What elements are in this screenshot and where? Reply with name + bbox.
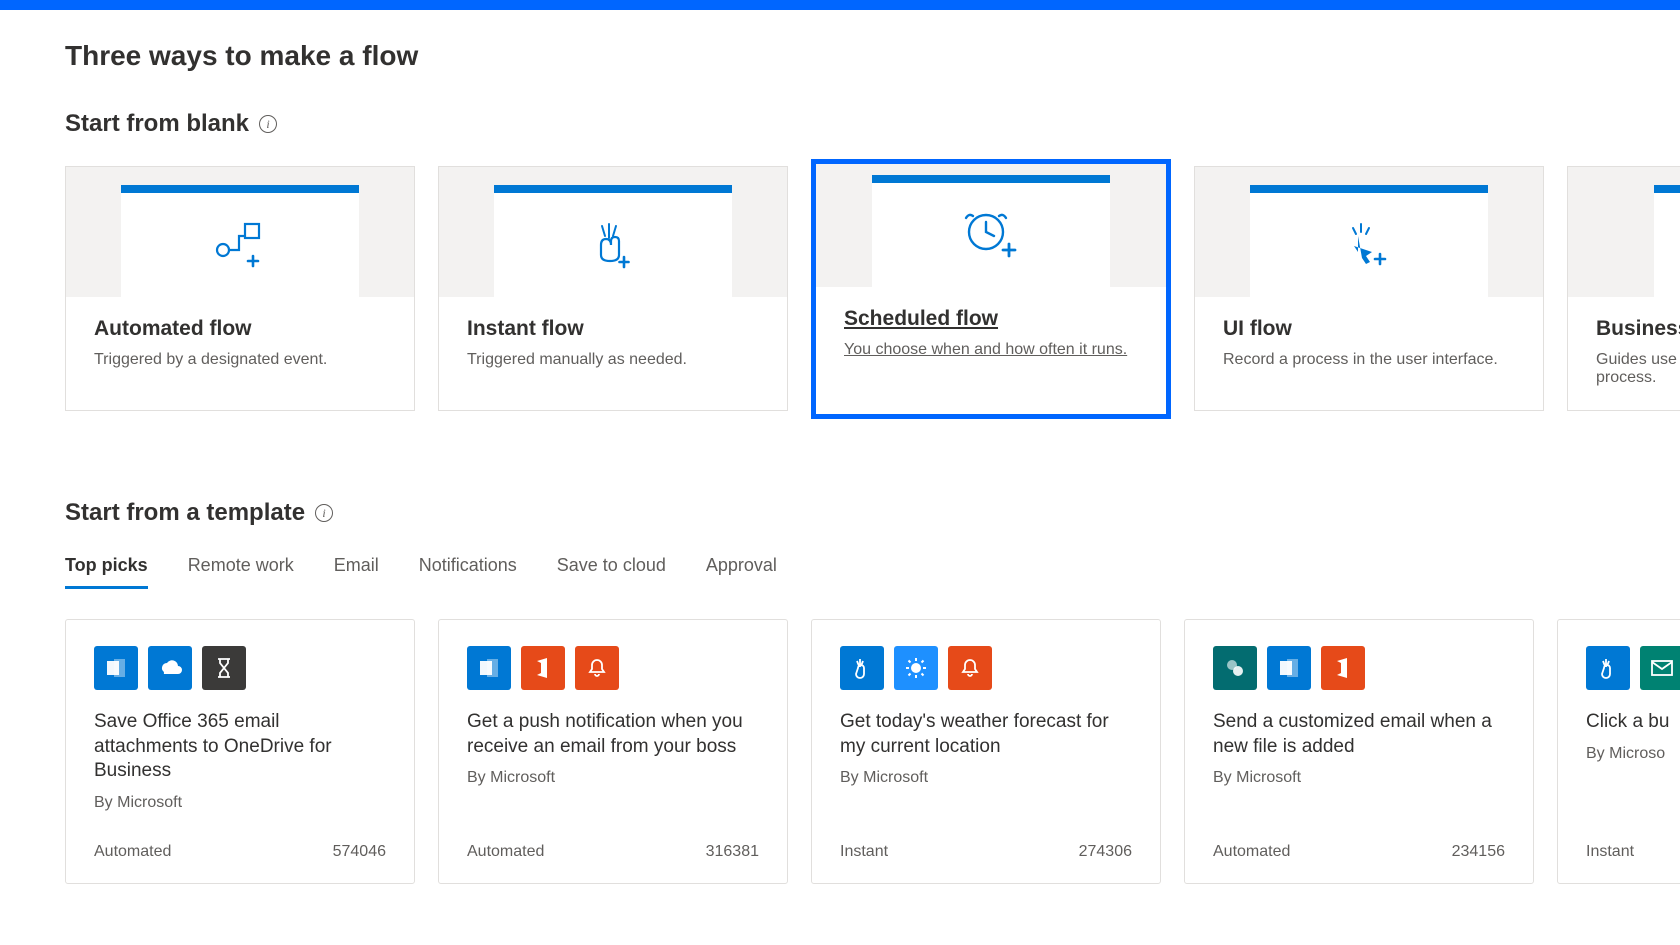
section-title-blank: Start from blank xyxy=(65,110,249,138)
card-description: Guides use process. xyxy=(1596,351,1680,387)
template-tabs: Top picks Remote work Email Notification… xyxy=(65,555,1680,589)
tab-approval[interactable]: Approval xyxy=(706,555,777,589)
icon-row xyxy=(840,646,1132,690)
card-description: Triggered by a designated event. xyxy=(94,351,386,369)
card-title: Instant flow xyxy=(467,317,759,341)
blank-card-business[interactable]: Business Guides use process. xyxy=(1567,166,1680,411)
card-title: Scheduled flow xyxy=(844,307,1138,331)
template-card-row: Save Office 365 email attachments to One… xyxy=(65,619,1680,884)
template-title: Save Office 365 email attachments to One… xyxy=(94,710,386,784)
tab-notifications[interactable]: Notifications xyxy=(419,555,517,589)
tab-top-picks[interactable]: Top picks xyxy=(65,555,148,589)
card-illustration xyxy=(1568,167,1680,297)
template-author: By Microsoft xyxy=(467,769,759,787)
template-count: 574046 xyxy=(333,843,386,861)
template-author: By Microso xyxy=(1586,745,1680,763)
section-title-template: Start from a template xyxy=(65,499,305,527)
bell-icon xyxy=(948,646,992,690)
template-card[interactable]: Send a customized email when a new file … xyxy=(1184,619,1534,884)
mail-icon xyxy=(1640,646,1680,690)
scheduled-flow-icon xyxy=(962,210,1020,260)
template-card[interactable]: Get a push notification when you receive… xyxy=(438,619,788,884)
card-description: Triggered manually as needed. xyxy=(467,351,759,369)
blank-card-scheduled[interactable]: Scheduled flow You choose when and how o… xyxy=(811,159,1171,419)
tab-save-to-cloud[interactable]: Save to cloud xyxy=(557,555,666,589)
template-author: By Microsoft xyxy=(94,794,386,812)
info-icon[interactable]: i xyxy=(315,504,333,522)
template-author: By Microsoft xyxy=(840,769,1132,787)
blank-card-ui[interactable]: UI flow Record a process in the user int… xyxy=(1194,166,1544,411)
tab-remote-work[interactable]: Remote work xyxy=(188,555,294,589)
template-card[interactable]: Get today's weather forecast for my curr… xyxy=(811,619,1161,884)
section-header-blank: Start from blank i xyxy=(65,110,1680,138)
card-title: Business xyxy=(1596,317,1680,341)
weather-icon xyxy=(894,646,938,690)
template-count: 316381 xyxy=(706,843,759,861)
template-card[interactable]: Click a bu By Microso Instant xyxy=(1557,619,1680,884)
card-title: UI flow xyxy=(1223,317,1515,341)
blank-card-automated[interactable]: Automated flow Triggered by a designated… xyxy=(65,166,415,411)
icon-row xyxy=(94,646,386,690)
instant-flow-icon xyxy=(587,221,639,269)
template-count: 234156 xyxy=(1452,843,1505,861)
tab-email[interactable]: Email xyxy=(334,555,379,589)
template-author: By Microsoft xyxy=(1213,769,1505,787)
automated-flow-icon xyxy=(215,222,265,268)
card-title: Automated flow xyxy=(94,317,386,341)
page-title: Three ways to make a flow xyxy=(65,40,1680,72)
sharepoint-icon xyxy=(1213,646,1257,690)
template-type: Instant xyxy=(840,843,888,861)
icon-row xyxy=(1213,646,1505,690)
info-icon[interactable]: i xyxy=(259,115,277,133)
icon-row xyxy=(467,646,759,690)
template-type: Automated xyxy=(467,843,544,861)
outlook-icon xyxy=(1267,646,1311,690)
card-description: Record a process in the user interface. xyxy=(1223,351,1515,369)
template-type: Automated xyxy=(94,843,171,861)
template-card[interactable]: Save Office 365 email attachments to One… xyxy=(65,619,415,884)
ui-flow-icon xyxy=(1344,222,1394,268)
blank-card-instant[interactable]: Instant flow Triggered manually as neede… xyxy=(438,166,788,411)
onedrive-icon xyxy=(148,646,192,690)
hourglass-icon xyxy=(202,646,246,690)
template-type: Automated xyxy=(1213,843,1290,861)
icon-row xyxy=(1586,646,1680,690)
card-illustration xyxy=(66,167,414,297)
card-description: You choose when and how often it runs. xyxy=(844,341,1138,359)
section-header-template: Start from a template i xyxy=(65,499,1680,527)
template-type: Instant xyxy=(1586,843,1634,861)
card-illustration xyxy=(1195,167,1543,297)
template-title: Get a push notification when you receive… xyxy=(467,710,759,759)
template-title: Click a bu xyxy=(1586,710,1680,735)
button-icon xyxy=(1586,646,1630,690)
button-icon xyxy=(840,646,884,690)
outlook-icon xyxy=(467,646,511,690)
template-count: 274306 xyxy=(1079,843,1132,861)
card-illustration xyxy=(816,164,1166,287)
office-icon xyxy=(521,646,565,690)
top-bar xyxy=(0,0,1680,10)
outlook-icon xyxy=(94,646,138,690)
card-illustration xyxy=(439,167,787,297)
template-title: Send a customized email when a new file … xyxy=(1213,710,1505,759)
template-title: Get today's weather forecast for my curr… xyxy=(840,710,1132,759)
bell-icon xyxy=(575,646,619,690)
blank-card-row: Automated flow Triggered by a designated… xyxy=(65,166,1680,419)
office-icon xyxy=(1321,646,1365,690)
